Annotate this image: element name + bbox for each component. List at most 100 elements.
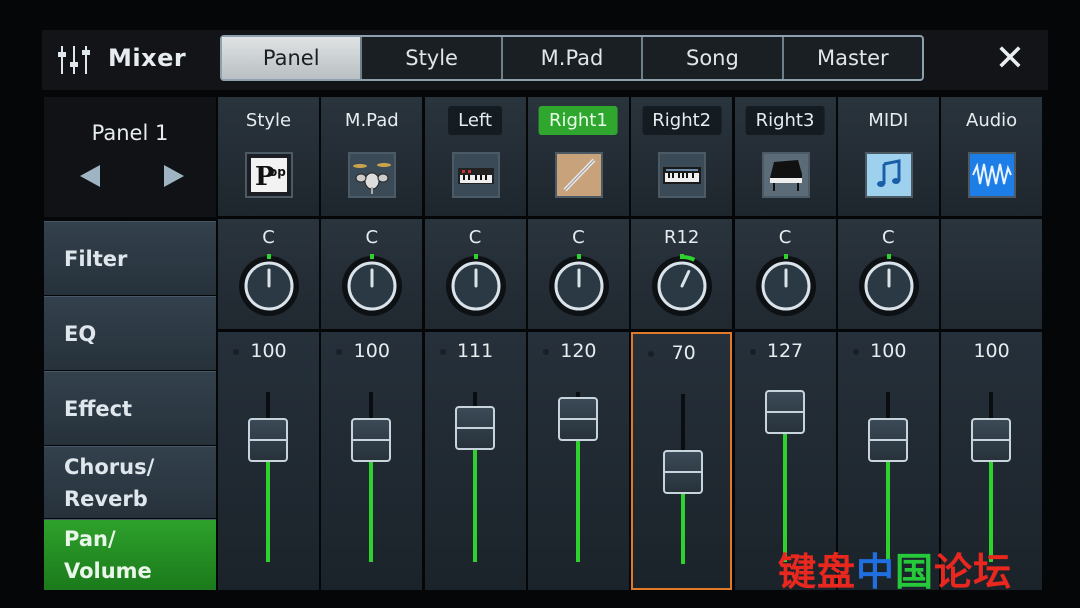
app-title: Mixer <box>108 44 187 72</box>
pan-value: R12 <box>663 227 700 248</box>
fader-thumb[interactable] <box>351 417 392 462</box>
pan-value: C <box>882 227 895 248</box>
panel-name: Panel 1 <box>91 121 169 145</box>
channel-strip: Style Pop C 100 <box>218 97 319 590</box>
pan-value: C <box>572 227 585 248</box>
volume-section: 100 <box>321 332 423 590</box>
tab-bar: Panel Style M.Pad Song Master <box>220 35 924 81</box>
fader-thumb[interactable] <box>764 390 805 434</box>
pan-knob[interactable] <box>753 253 819 319</box>
volume-section: 111 <box>424 332 526 590</box>
fader-thumb[interactable] <box>557 397 598 442</box>
channel-strip: Right1 C 120 <box>527 97 629 590</box>
forum-watermark: 键盘中国论坛 <box>778 541 1012 596</box>
volume-value: 100 <box>973 340 1010 362</box>
channel-header: Style Pop <box>218 97 319 216</box>
fader-thumb[interactable] <box>454 406 495 451</box>
panel-prev-arrow-icon[interactable] <box>80 165 100 187</box>
pan-section: C <box>424 219 526 329</box>
pan-knob[interactable] <box>339 253 405 319</box>
pan-value: C <box>778 227 792 248</box>
pan-section: R12 <box>631 219 733 329</box>
channel-label[interactable]: MIDI <box>858 106 918 135</box>
pop-style-icon[interactable]: Pop <box>245 152 293 198</box>
channel-header: MIDI <box>837 97 939 216</box>
channel-strip: Audio 100 <box>941 97 1043 590</box>
channel-strip: Right2 R12 70 <box>631 97 733 590</box>
fader-thumb[interactable] <box>867 417 908 462</box>
channel-strip: Left C 111 <box>424 97 526 590</box>
volume-value: 127 <box>766 340 804 362</box>
pan-value: C <box>262 227 275 248</box>
channel-label[interactable]: M.Pad <box>335 106 409 135</box>
watermark-char: 中 <box>856 550 896 594</box>
channel-header: Right2 <box>631 97 733 216</box>
svg-text:op: op <box>269 165 286 179</box>
side-menu-filter[interactable]: Filter <box>44 221 216 295</box>
channel-header: Audio <box>941 97 1043 216</box>
close-button[interactable]: ✕ <box>990 38 1030 79</box>
volume-section: 70 <box>631 332 733 590</box>
side-menu-effect[interactable]: Effect <box>44 371 216 445</box>
channel-strip: M.Pad C 100 <box>321 97 423 590</box>
volume-value: 120 <box>560 340 597 362</box>
pan-section <box>941 219 1043 329</box>
tab-panel[interactable]: Panel <box>222 37 361 79</box>
volume-value: 100 <box>250 340 287 362</box>
pan-section: C <box>837 219 939 329</box>
channel-label[interactable]: Style <box>236 106 301 135</box>
channel-strips: Style Pop C 100 M.Pad C 100 Left C 111 Right1 C 120 R… <box>218 97 1044 590</box>
pan-value: C <box>365 227 379 248</box>
volume-section: 120 <box>527 332 629 590</box>
volume-section: 100 <box>218 332 319 590</box>
tab-mpad[interactable]: M.Pad <box>500 37 641 79</box>
watermark-char: 盘 <box>817 550 857 594</box>
fader-thumb[interactable] <box>663 450 704 495</box>
synth-keyboard-icon[interactable] <box>451 152 500 198</box>
music-note-icon[interactable] <box>864 152 913 198</box>
channel-header: Left <box>424 97 526 216</box>
volume-value: 70 <box>671 342 696 364</box>
fader-level-fill <box>782 412 787 562</box>
pan-section: C <box>734 219 836 329</box>
channel-label[interactable]: Right2 <box>642 106 722 135</box>
keyboard-icon[interactable] <box>658 152 707 198</box>
panel-selector: Panel 1 <box>44 97 216 217</box>
pan-value: C <box>468 227 482 248</box>
tab-master[interactable]: Master <box>781 37 922 79</box>
channel-label[interactable]: Left <box>448 106 503 135</box>
pan-section: C <box>321 219 423 329</box>
fader-thumb[interactable] <box>971 417 1012 462</box>
channel-header: Right3 <box>734 97 836 216</box>
channel-header: M.Pad <box>321 97 423 216</box>
channel-strip: Right3 C 127 <box>734 97 836 590</box>
pan-knob[interactable] <box>236 253 302 319</box>
channel-label[interactable]: Right3 <box>745 106 825 135</box>
watermark-char: 键 <box>778 550 818 594</box>
side-menu-pan-volume[interactable]: Pan/ Volume <box>44 519 216 590</box>
title-bar: Mixer Panel Style M.Pad Song Master ✕ <box>42 30 1048 90</box>
tab-song[interactable]: Song <box>641 37 781 79</box>
volume-value: 111 <box>456 340 494 362</box>
channel-label[interactable]: Audio <box>956 106 1027 135</box>
pan-knob[interactable] <box>856 253 922 319</box>
pan-section: C <box>527 219 629 329</box>
drum-kit-icon[interactable] <box>348 152 397 198</box>
tab-style[interactable]: Style <box>360 37 500 79</box>
watermark-char: 坛 <box>973 550 1013 594</box>
grand-piano-icon[interactable] <box>761 152 810 198</box>
side-menu-chorus-reverb[interactable]: Chorus/ Reverb <box>44 446 216 518</box>
pan-knob[interactable] <box>546 253 612 319</box>
mixer-sliders-icon <box>58 46 90 74</box>
waveform-icon[interactable] <box>968 152 1017 198</box>
panel-next-arrow-icon[interactable] <box>164 165 184 187</box>
pan-section: C <box>218 219 319 329</box>
fader-thumb[interactable] <box>248 417 288 462</box>
mixer-screen: Mixer Panel Style M.Pad Song Master ✕ Panel … <box>0 0 1080 608</box>
flute-icon[interactable] <box>554 152 603 198</box>
side-menu-eq[interactable]: EQ <box>44 296 216 370</box>
channel-label[interactable]: Right1 <box>538 106 618 135</box>
pan-knob[interactable] <box>443 253 509 319</box>
pan-knob[interactable] <box>649 253 715 319</box>
channel-header: Right1 <box>527 97 629 216</box>
